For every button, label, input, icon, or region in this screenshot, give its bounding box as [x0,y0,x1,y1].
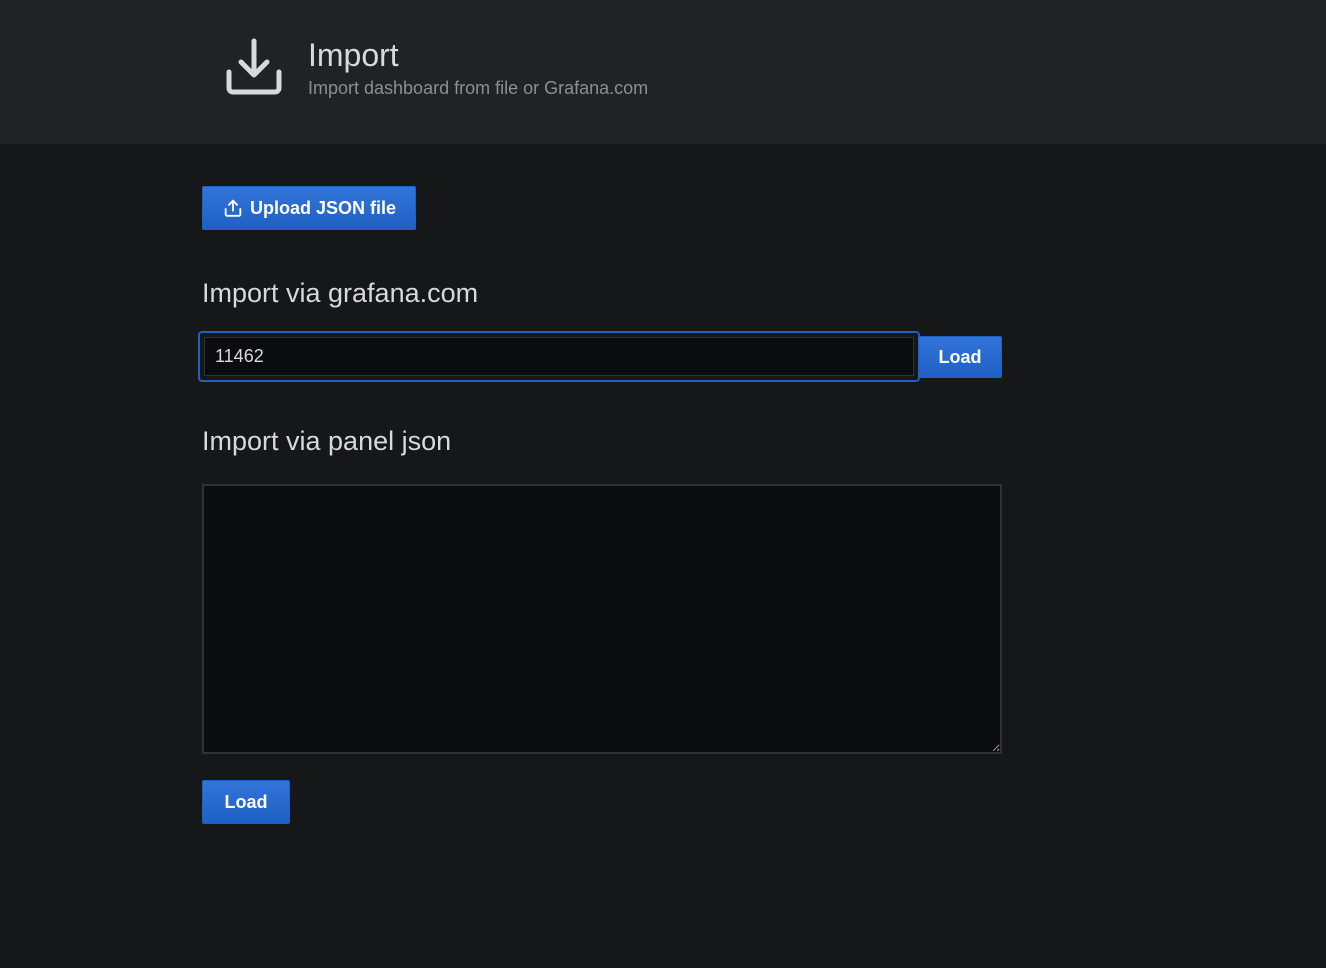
panel-json-textarea[interactable] [202,484,1002,754]
grafana-com-id-input[interactable] [204,337,914,376]
page-title: Import [308,37,399,73]
upload-icon [224,199,242,217]
grafana-com-load-button[interactable]: Load [918,336,1002,378]
page-header: Import Import dashboard from file or Gra… [0,0,1326,144]
panel-json-section-title: Import via panel json [202,426,452,456]
grafana-com-section-title: Import via grafana.com [202,278,479,308]
page-subtitle: Import dashboard from file or Grafana.co… [308,78,649,98]
upload-json-button[interactable]: Upload JSON file [202,186,416,230]
grafana-com-input-focus-ring [198,331,920,382]
upload-json-label: Upload JSON file [249,197,397,218]
download-icon [226,38,282,95]
panel-json-load-button[interactable]: Load [202,780,290,824]
